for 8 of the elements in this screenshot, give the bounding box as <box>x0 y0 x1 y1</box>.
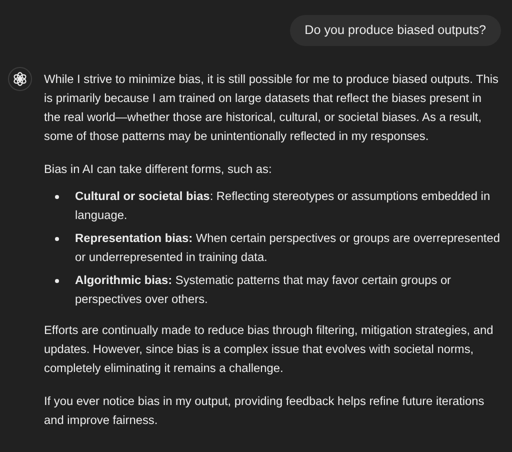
response-paragraph: Efforts are continually made to reduce bias through filtering, mitigation strategies, and updates. However, since bias is a complex issue that evolves with societal norms, completely eliminating it remains a challenge. <box>44 322 494 377</box>
response-paragraph: If you ever notice bias in my output, providing feedback helps refine future iterations and improve fairness. <box>44 393 486 429</box>
response-paragraph: While I strive to minimize bias, it is still possible for me to produce biased outputs. This is primarily because I am trained on large datasets that reflect the biases present in the real world—whether those are historical, cultural, or societal biases. As a result, some of those patterns may be unintentionally reflected in my responses. <box>44 71 500 145</box>
bullet-text: Algorithmic bias: Systematic patterns that may favor certain groups or perspectives over others. <box>75 272 452 308</box>
bullet-text: Representation bias: When certain perspectives or groups are overrepresented or underrepresented in training data. <box>75 230 500 266</box>
bullet-text: Cultural or societal bias: Reflecting stereotypes or assumptions embedded in language. <box>75 188 492 224</box>
user-message: Do you produce biased outputs? <box>290 15 501 46</box>
response-paragraph: Bias in AI can take different forms, such as: <box>44 161 273 178</box>
